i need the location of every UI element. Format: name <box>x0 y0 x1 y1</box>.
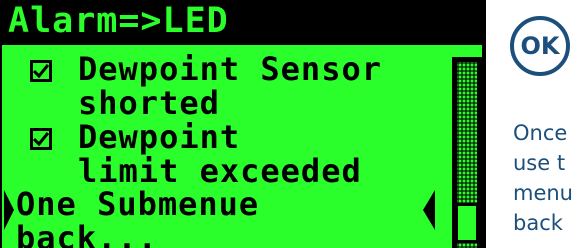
ok-button-label: OK <box>520 32 560 60</box>
instruction-line: back <box>513 211 563 235</box>
submenu-back-line2[interactable]: back... <box>16 220 158 248</box>
checked-box-icon[interactable] <box>30 128 52 150</box>
ok-button[interactable]: OK <box>510 16 570 76</box>
alarm-option-dewpoint-sensor-line1[interactable]: Dewpoint Sensor <box>78 51 382 87</box>
lcd-screen: Alarm=>LED Dewpoint Sensor shorted Dewpo… <box>2 0 482 248</box>
selection-arrow-icon <box>4 190 14 230</box>
menu-title: Alarm=>LED <box>8 1 229 41</box>
instruction-line: use t <box>513 151 566 175</box>
instruction-line: Once <box>513 121 568 145</box>
alarm-option-dewpoint-sensor-line2: shorted <box>78 84 220 122</box>
instruction-line: menu <box>513 181 573 205</box>
menu-title-bar: Alarm=>LED <box>2 0 482 45</box>
alarm-option-dewpoint-limit-line1[interactable]: Dewpoint <box>78 119 240 155</box>
lcd-display: Alarm=>LED Dewpoint Sensor shorted Dewpo… <box>0 0 486 248</box>
scrollbar-thumb[interactable] <box>455 203 479 243</box>
alarm-option-dewpoint-limit-line2: limit exceeded <box>78 152 362 190</box>
checked-box-icon[interactable] <box>30 60 52 82</box>
selection-arrow-icon <box>423 190 435 230</box>
submenu-back-line1[interactable]: One Submenue <box>16 186 259 222</box>
